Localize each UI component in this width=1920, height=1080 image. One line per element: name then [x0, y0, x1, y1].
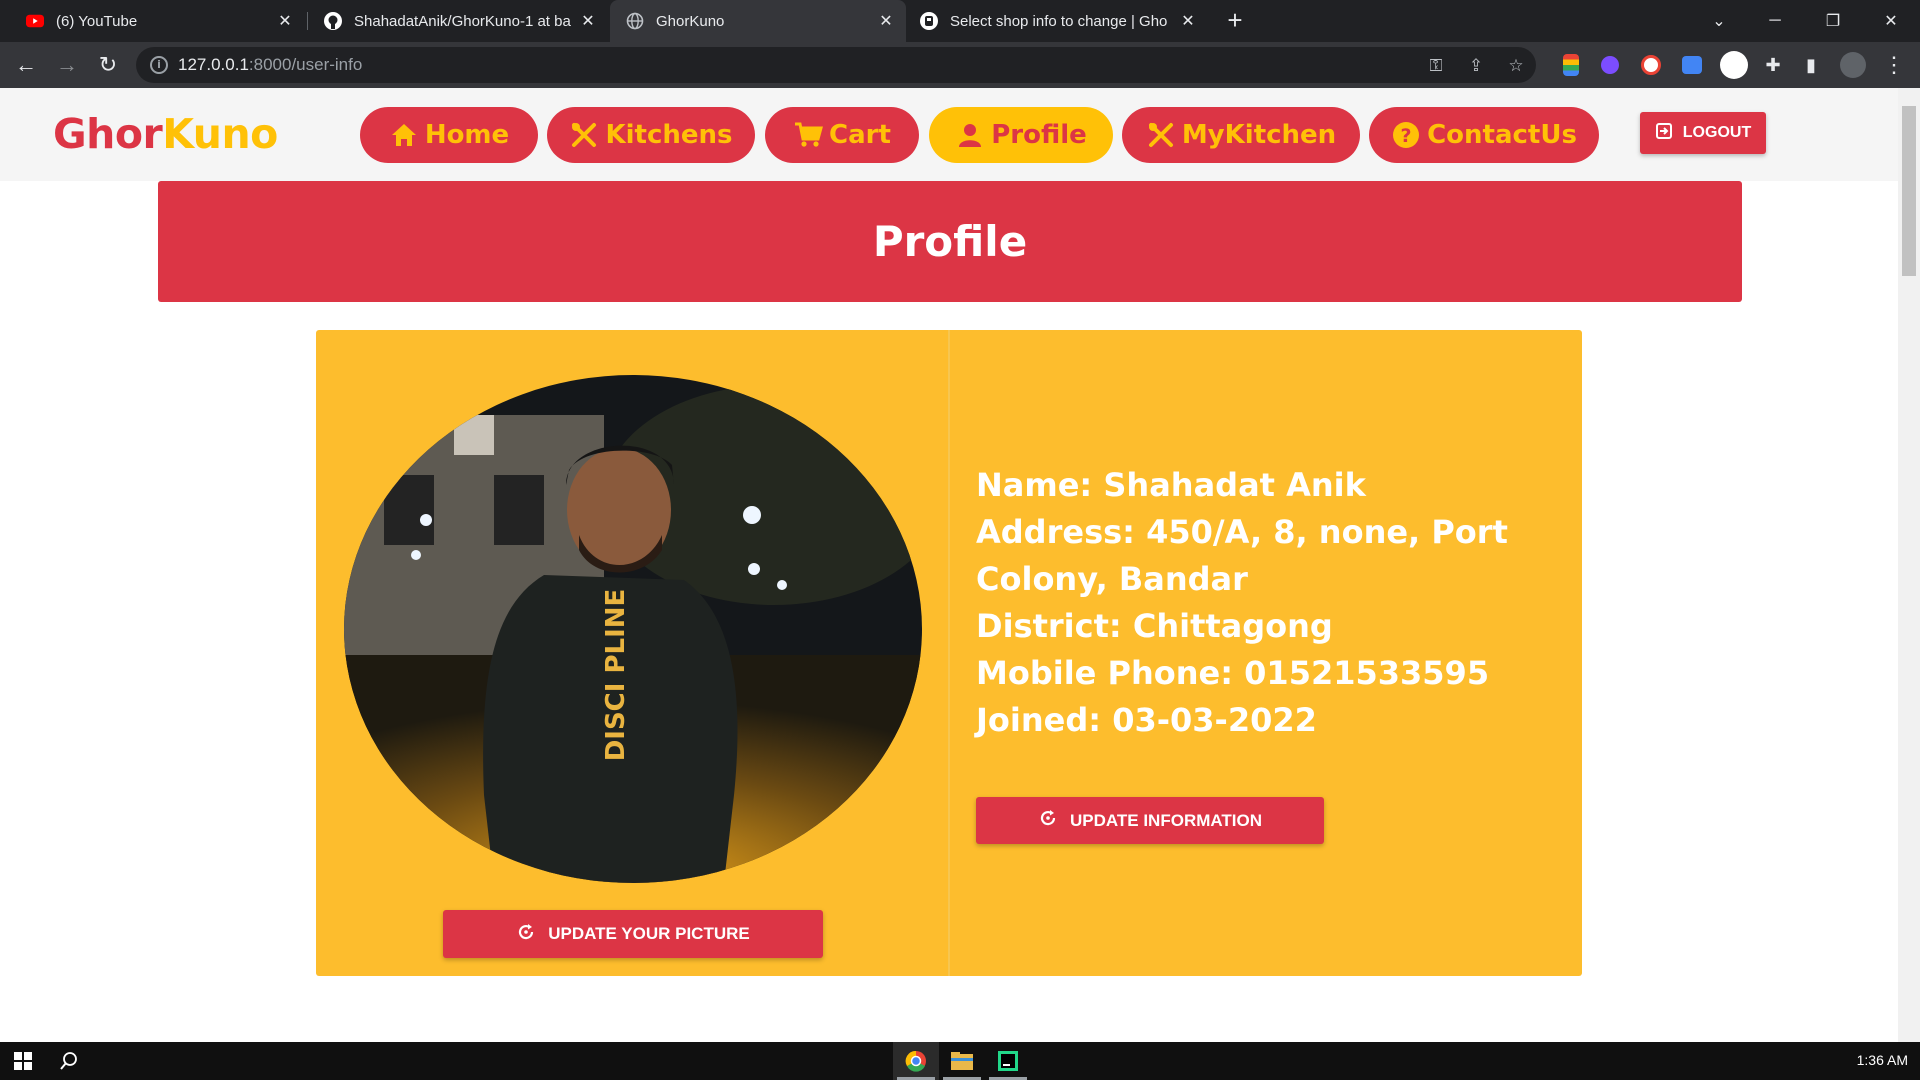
question-circle-icon: ?: [1391, 120, 1421, 150]
logo-part-1: Ghor: [53, 110, 163, 158]
tab-title: (6) YouTube: [56, 12, 138, 30]
pycharm-icon[interactable]: [985, 1042, 1031, 1080]
reload-button[interactable]: ↻: [94, 51, 122, 79]
logo-part-2: Kuno: [162, 110, 278, 158]
update-picture-label: UPDATE YOUR PICTURE: [548, 924, 750, 943]
windows-start-icon[interactable]: [0, 1042, 46, 1080]
tab-ghorkuno[interactable]: GhorKuno ✕: [610, 0, 906, 42]
url-text[interactable]: 127.0.0.1:8000/user-info: [178, 55, 362, 75]
chrome-taskbar-icon[interactable]: [893, 1042, 939, 1080]
nav-home[interactable]: Home: [360, 107, 538, 163]
profile-phone: Mobile Phone: 01521533595: [976, 654, 1490, 692]
scrollbar-thumb[interactable]: [1902, 106, 1916, 276]
globe-icon: [626, 12, 644, 30]
side-panel-icon[interactable]: ▮: [1797, 51, 1825, 79]
card-divider: [948, 330, 950, 976]
nav-label: MyKitchen: [1181, 120, 1337, 150]
logout-label: LOGOUT: [1682, 124, 1752, 141]
extension-icon[interactable]: [1641, 55, 1661, 75]
nav-label: Cart: [829, 120, 891, 150]
share-icon[interactable]: ⇪: [1466, 56, 1486, 76]
shirt-print: DISCI PLINE: [601, 589, 631, 762]
search-icon[interactable]: [46, 1042, 92, 1080]
nav-label: Home: [424, 120, 510, 150]
file-explorer-icon[interactable]: [939, 1042, 985, 1080]
user-icon: [955, 120, 985, 150]
extension-icon[interactable]: [1601, 56, 1619, 74]
profile-banner: Profile: [158, 181, 1742, 302]
nav-contactus[interactable]: ? ContactUs: [1369, 107, 1599, 163]
refresh-icon: [516, 922, 536, 947]
star-icon[interactable]: ☆: [1506, 56, 1526, 76]
puzzle-icon[interactable]: ✚: [1759, 51, 1787, 79]
translate-extension-icon[interactable]: [1682, 56, 1702, 74]
refresh-icon: [1038, 808, 1058, 833]
browser-toolbar: ← → ↻ i 127.0.0.1:8000/user-info ⚿ ⇪ ☆ ✚…: [0, 42, 1920, 88]
page-title: Profile: [872, 217, 1028, 266]
key-icon[interactable]: ⚿: [1426, 56, 1446, 76]
address-bar[interactable]: i 127.0.0.1:8000/user-info ⚿ ⇪ ☆: [136, 47, 1536, 83]
home-icon: [389, 120, 419, 150]
extension-icon[interactable]: [1720, 51, 1748, 79]
profile-avatar[interactable]: [1840, 52, 1866, 78]
url-path: :8000/user-info: [248, 55, 363, 74]
profile-joined: Joined: 03-03-2022: [976, 701, 1317, 739]
profile-name: Name: Shahadat Anik: [976, 466, 1366, 504]
profile-address: Address: 450/A, 8, none, Port Colony, Ba…: [976, 513, 1508, 598]
nav-label: Profile: [991, 120, 1087, 150]
close-icon[interactable]: ✕: [876, 11, 896, 31]
svg-text:?: ?: [1401, 125, 1412, 147]
close-icon[interactable]: ✕: [1178, 11, 1198, 31]
taskbar-clock[interactable]: 1:36 AM: [1857, 1052, 1908, 1068]
django-admin-icon: [920, 12, 938, 30]
tab-django-admin[interactable]: Select shop info to change | Gho ✕: [908, 0, 1208, 42]
tab-title: Select shop info to change | Gho: [950, 12, 1168, 30]
close-window-button[interactable]: ✕: [1868, 0, 1914, 42]
url-host: 127.0.0.1: [178, 55, 249, 74]
windows-taskbar: 1:36 AM: [0, 1042, 1920, 1080]
back-button[interactable]: ←: [12, 51, 40, 79]
close-icon[interactable]: ✕: [578, 11, 598, 31]
tab-youtube[interactable]: (6) YouTube ✕: [0, 0, 305, 42]
nav-kitchens[interactable]: Kitchens: [547, 107, 755, 163]
utensils-icon: [1146, 120, 1176, 150]
github-icon: [324, 12, 342, 30]
tab-title: GhorKuno: [656, 12, 725, 30]
new-tab-button[interactable]: +: [1222, 7, 1248, 34]
extension-icon[interactable]: [1563, 54, 1579, 76]
youtube-icon: [26, 12, 44, 30]
nav-profile[interactable]: Profile: [929, 107, 1113, 163]
minimize-button[interactable]: ─: [1752, 0, 1798, 42]
tab-search-icon[interactable]: ⌄: [1696, 0, 1742, 42]
close-icon[interactable]: ✕: [275, 11, 295, 31]
nav-cart[interactable]: Cart: [765, 107, 919, 163]
update-picture-button[interactable]: UPDATE YOUR PICTURE: [443, 910, 823, 958]
update-information-button[interactable]: UPDATE INFORMATION: [976, 797, 1324, 844]
site-logo[interactable]: GhorKuno: [53, 110, 278, 158]
nav-mykitchen[interactable]: MyKitchen: [1122, 107, 1360, 163]
menu-icon[interactable]: ⋮: [1880, 51, 1908, 79]
tab-github[interactable]: ShahadatAnik/GhorKuno-1 at ba ✕: [308, 0, 608, 42]
restore-button[interactable]: ❐: [1810, 0, 1856, 42]
browser-tab-strip: (6) YouTube ✕ ShahadatAnik/GhorKuno-1 at…: [0, 0, 1920, 42]
cart-icon: [793, 120, 824, 150]
forward-button[interactable]: →: [53, 51, 81, 79]
profile-info: Name: Shahadat Anik Address: 450/A, 8, n…: [976, 462, 1556, 744]
site-info-icon[interactable]: i: [150, 56, 168, 74]
update-information-label: UPDATE INFORMATION: [1069, 810, 1263, 830]
logout-icon: [1655, 122, 1673, 145]
profile-photo: DISCI PLINE: [344, 375, 922, 883]
nav-label: ContactUs: [1427, 120, 1577, 150]
nav-label: Kitchens: [605, 120, 733, 150]
logout-button[interactable]: LOGOUT: [1640, 112, 1766, 154]
profile-district: District: Chittagong: [976, 607, 1333, 645]
tab-title: ShahadatAnik/GhorKuno-1 at ba: [354, 12, 571, 30]
utensils-icon: [569, 120, 599, 150]
